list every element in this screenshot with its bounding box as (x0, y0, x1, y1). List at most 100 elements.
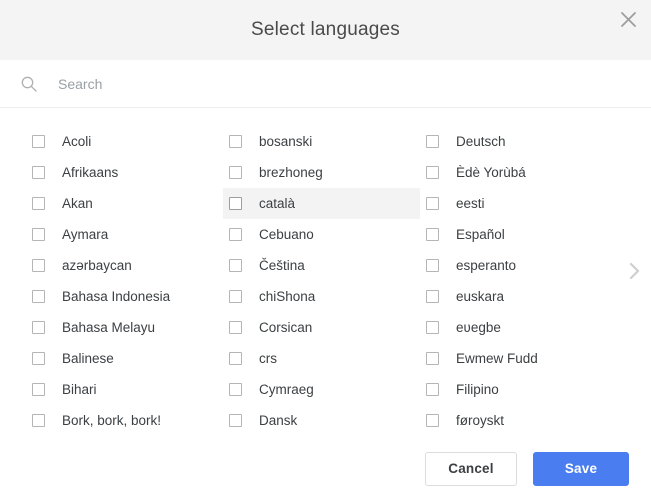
language-option[interactable]: Cymraeg (223, 374, 420, 405)
language-option[interactable]: Bahasa Indonesia (26, 281, 223, 312)
language-checkbox[interactable] (229, 228, 242, 241)
language-column-2: bosanski brezhoneg català Cebuano Čeština chi… (223, 126, 420, 436)
language-checkbox[interactable] (229, 135, 242, 148)
language-label: Cebuano (259, 226, 314, 242)
language-label: Bihari (62, 381, 97, 397)
dialog-header: Select languages (0, 0, 651, 60)
language-option[interactable]: eesti (420, 188, 617, 219)
language-label: Balinese (62, 350, 114, 366)
language-checkbox[interactable] (32, 321, 45, 334)
language-option[interactable]: brezhoneg (223, 157, 420, 188)
language-checkbox[interactable] (32, 352, 45, 365)
select-languages-dialog: Select languages Acoli Afrikaans Akan Aymar… (0, 0, 651, 500)
search-input[interactable] (58, 68, 578, 99)
search-bar[interactable] (0, 60, 651, 108)
language-label: Akan (62, 195, 93, 211)
chevron-right-icon (628, 261, 641, 286)
language-label: Deutsch (456, 133, 506, 149)
language-label: Corsican (259, 319, 313, 335)
language-label: Čeština (259, 257, 305, 273)
language-checkbox[interactable] (426, 352, 439, 365)
language-option[interactable]: azərbaycan (26, 250, 223, 281)
language-option[interactable]: Èdè Yorùbá (420, 157, 617, 188)
language-option[interactable]: Bork, bork, bork! (26, 405, 223, 436)
language-checkbox[interactable] (426, 414, 439, 427)
page-title: Select languages (251, 19, 400, 40)
language-checkbox[interactable] (426, 383, 439, 396)
close-icon (620, 11, 637, 28)
language-checkbox[interactable] (32, 166, 45, 179)
language-label: føroyskt (456, 412, 505, 428)
language-option[interactable]: Bihari (26, 374, 223, 405)
language-checkbox[interactable] (32, 197, 45, 210)
language-checkbox[interactable] (229, 352, 242, 365)
language-checkbox[interactable] (229, 290, 242, 303)
language-checkbox[interactable] (426, 166, 439, 179)
search-icon (19, 74, 39, 94)
language-checkbox[interactable] (229, 166, 242, 179)
language-checkbox[interactable] (229, 259, 242, 272)
language-column-1: Acoli Afrikaans Akan Aymara azərbaycan Bahasa… (26, 126, 223, 436)
language-option[interactable]: Ewmew Fudd (420, 343, 617, 374)
language-option[interactable]: Deutsch (420, 126, 617, 157)
language-option[interactable]: Cebuano (223, 219, 420, 250)
language-checkbox[interactable] (32, 383, 45, 396)
dialog-footer: Cancel Save (0, 437, 651, 500)
language-list-area: Acoli Afrikaans Akan Aymara azərbaycan Bahasa… (0, 108, 651, 438)
language-checkbox[interactable] (32, 228, 45, 241)
language-checkbox[interactable] (426, 290, 439, 303)
language-label: chiShona (259, 288, 316, 304)
language-checkbox[interactable] (32, 135, 45, 148)
language-label: Cymraeg (259, 381, 314, 397)
language-checkbox[interactable] (229, 321, 242, 334)
language-label: Ewmew Fudd (456, 350, 538, 366)
language-option[interactable]: català (223, 188, 420, 219)
language-label: crs (259, 350, 277, 366)
language-column-3: Deutsch Èdè Yorùbá eesti Español esperanto eu… (420, 126, 617, 436)
language-checkbox[interactable] (426, 135, 439, 148)
language-label: Bahasa Indonesia (62, 288, 171, 304)
language-checkbox[interactable] (229, 383, 242, 396)
language-checkbox[interactable] (32, 414, 45, 427)
language-label: Bahasa Melayu (62, 319, 156, 335)
language-label: esperanto (456, 257, 517, 273)
language-label: euskara (456, 288, 505, 304)
close-button[interactable] (613, 4, 643, 34)
language-option[interactable]: Acoli (26, 126, 223, 157)
language-checkbox[interactable] (229, 414, 242, 427)
language-checkbox[interactable] (426, 321, 439, 334)
language-checkbox[interactable] (426, 259, 439, 272)
language-checkbox[interactable] (32, 290, 45, 303)
language-option[interactable]: føroyskt (420, 405, 617, 436)
language-option[interactable]: bosanski (223, 126, 420, 157)
language-option[interactable]: eʋegbe (420, 312, 617, 343)
cancel-button[interactable]: Cancel (425, 451, 517, 486)
language-option[interactable]: crs (223, 343, 420, 374)
language-label: brezhoneg (259, 164, 323, 180)
language-checkbox[interactable] (229, 197, 242, 210)
language-option[interactable]: Bahasa Melayu (26, 312, 223, 343)
next-page-button[interactable] (621, 258, 647, 288)
language-checkbox[interactable] (32, 259, 45, 272)
language-option[interactable]: Corsican (223, 312, 420, 343)
language-grid: Acoli Afrikaans Akan Aymara azərbaycan Bahasa… (0, 126, 651, 436)
language-checkbox[interactable] (426, 228, 439, 241)
language-option[interactable]: Akan (26, 188, 223, 219)
language-option[interactable]: chiShona (223, 281, 420, 312)
language-option[interactable]: Dansk (223, 405, 420, 436)
language-option[interactable]: Balinese (26, 343, 223, 374)
save-button[interactable]: Save (533, 451, 629, 486)
language-option[interactable]: Afrikaans (26, 157, 223, 188)
language-label: català (259, 195, 296, 211)
language-option[interactable]: Filipino (420, 374, 617, 405)
language-option[interactable]: Čeština (223, 250, 420, 281)
language-option[interactable]: Aymara (26, 219, 223, 250)
language-label: bosanski (259, 133, 313, 149)
language-label: Filipino (456, 381, 499, 397)
language-option[interactable]: Español (420, 219, 617, 250)
language-label: Español (456, 226, 505, 242)
language-option[interactable]: euskara (420, 281, 617, 312)
language-label: Bork, bork, bork! (62, 412, 162, 428)
language-option[interactable]: esperanto (420, 250, 617, 281)
language-checkbox[interactable] (426, 197, 439, 210)
